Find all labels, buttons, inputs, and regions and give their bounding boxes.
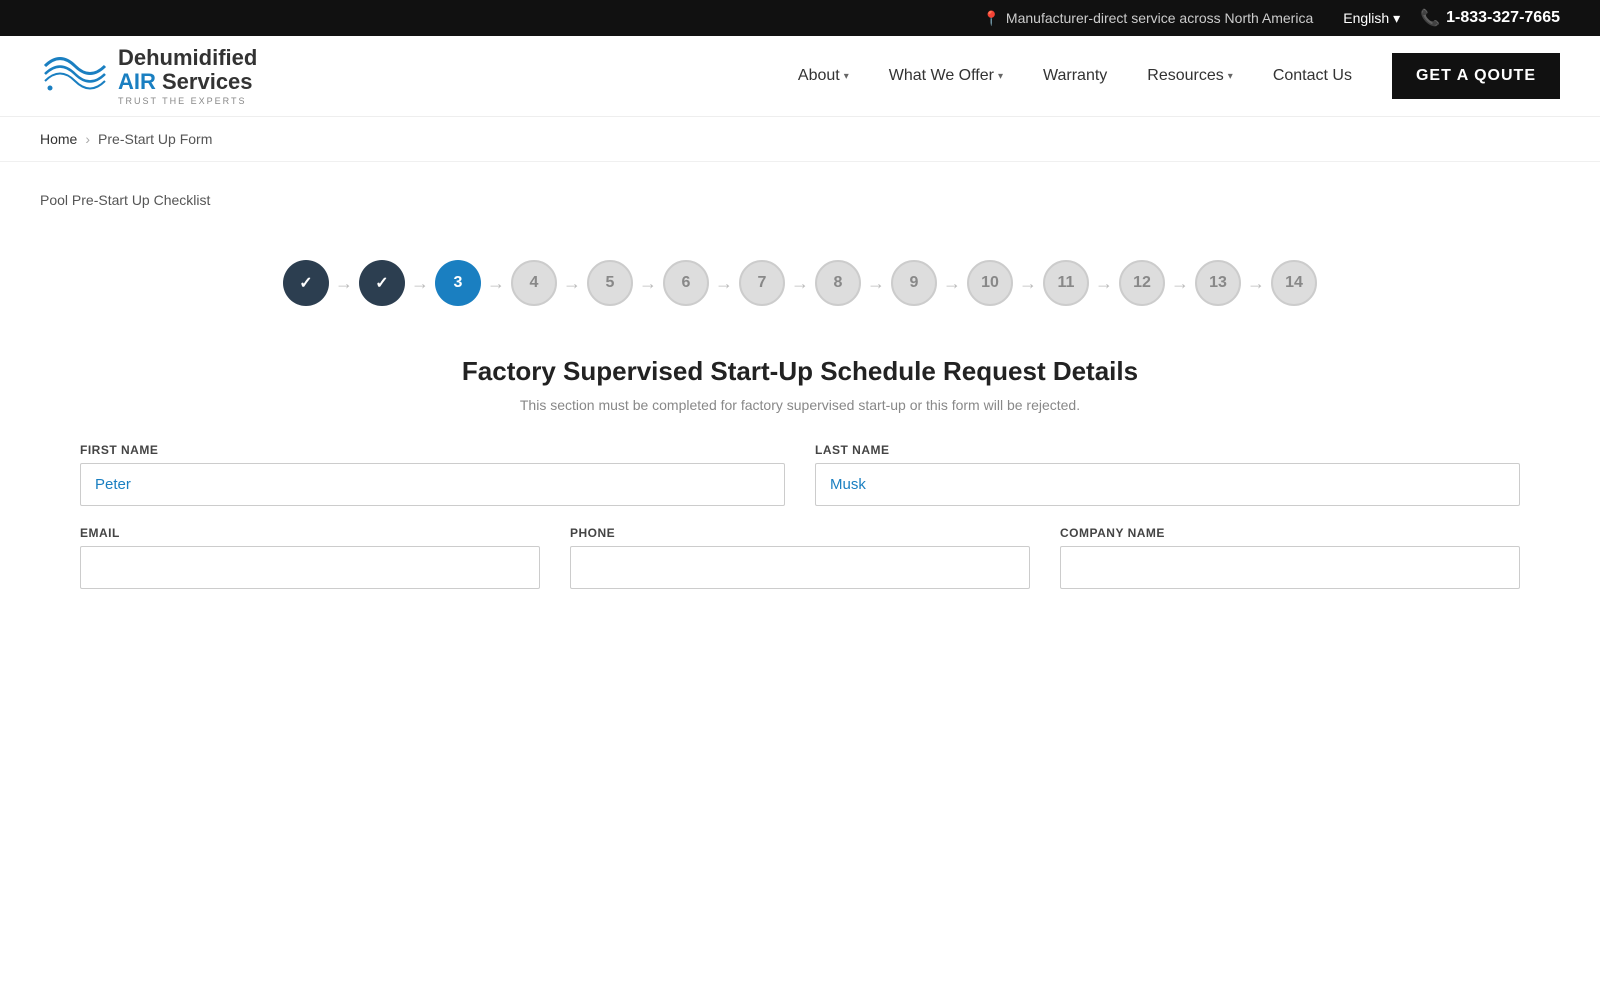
step-10[interactable]: 10: [967, 260, 1013, 306]
first-name-label: FIRST NAME: [80, 443, 785, 457]
breadcrumb-separator: ›: [85, 131, 90, 147]
phone-icon: 📞: [1420, 8, 1440, 28]
step-4[interactable]: 4: [511, 260, 557, 306]
first-name-group: FIRST NAME: [80, 443, 785, 506]
logo[interactable]: Dehumidified AIR Services TRUST THE EXPE…: [40, 46, 257, 106]
logo-tagline: TRUST THE EXPERTS: [118, 96, 257, 106]
form-subtitle: This section must be completed for facto…: [80, 397, 1520, 413]
breadcrumb: Home › Pre-Start Up Form: [0, 117, 1600, 162]
step-9[interactable]: 9: [891, 260, 937, 306]
location-info: 📍 Manufacturer-direct service across Nor…: [982, 10, 1313, 27]
arrow-icon: →: [1095, 273, 1113, 294]
checkmark-icon: [299, 273, 312, 293]
last-name-input[interactable]: [815, 463, 1520, 506]
location-text: Manufacturer-direct service across North…: [1006, 10, 1313, 26]
arrow-icon: →: [487, 273, 505, 294]
chevron-down-icon: ▾: [1228, 71, 1233, 82]
name-row: FIRST NAME LAST NAME: [80, 443, 1520, 506]
step-11[interactable]: 11: [1043, 260, 1089, 306]
location-icon: 📍: [982, 10, 999, 27]
email-input[interactable]: [80, 546, 540, 589]
arrow-icon: →: [639, 273, 657, 294]
logo-services: Services: [156, 69, 253, 94]
site-header: Dehumidified AIR Services TRUST THE EXPE…: [0, 36, 1600, 117]
nav-contact-us[interactable]: Contact Us: [1253, 57, 1372, 95]
arrow-icon: →: [1247, 273, 1265, 294]
form-section: Factory Supervised Start-Up Schedule Req…: [0, 336, 1600, 649]
arrow-icon: →: [1019, 273, 1037, 294]
arrow-icon: →: [867, 273, 885, 294]
stepper: → → 3 → 4 → 5 → 6 → 7 → 8 → 9 → 10 → 11 …: [0, 210, 1600, 336]
step-3[interactable]: 3: [435, 260, 481, 306]
company-group: COMPANY NAME: [1060, 526, 1520, 589]
phone-input[interactable]: [570, 546, 1030, 589]
form-title: Factory Supervised Start-Up Schedule Req…: [80, 356, 1520, 387]
step-2[interactable]: [359, 260, 405, 306]
page-label: Pool Pre-Start Up Checklist: [40, 192, 210, 208]
arrow-icon: →: [411, 273, 429, 294]
step-12[interactable]: 12: [1119, 260, 1165, 306]
arrow-icon: →: [335, 273, 353, 294]
nav-warranty[interactable]: Warranty: [1023, 57, 1127, 95]
step-13[interactable]: 13: [1195, 260, 1241, 306]
logo-text: Dehumidified AIR Services: [118, 46, 257, 94]
get-quote-button[interactable]: GET A QOUTE: [1392, 53, 1560, 99]
page-section: Pool Pre-Start Up Checklist: [0, 162, 1600, 210]
first-name-input[interactable]: [80, 463, 785, 506]
language-selector[interactable]: English ▾: [1343, 10, 1400, 27]
logo-wave-icon: [40, 46, 110, 106]
top-bar-right: English ▾ 📞 1-833-327-7665: [1343, 8, 1560, 28]
arrow-icon: →: [943, 273, 961, 294]
last-name-group: LAST NAME: [815, 443, 1520, 506]
nav-resources[interactable]: Resources ▾: [1127, 57, 1253, 95]
language-label: English: [1343, 10, 1389, 26]
arrow-icon: →: [715, 273, 733, 294]
nav-about[interactable]: About ▾: [778, 57, 869, 95]
chevron-down-icon: ▾: [1393, 10, 1400, 27]
checkmark-icon: [375, 273, 388, 293]
breadcrumb-current: Pre-Start Up Form: [98, 131, 212, 147]
logo-air: AIR: [118, 69, 156, 94]
top-bar: 📍 Manufacturer-direct service across Nor…: [0, 0, 1600, 36]
step-14[interactable]: 14: [1271, 260, 1317, 306]
nav-what-we-offer[interactable]: What We Offer ▾: [869, 57, 1023, 95]
step-6[interactable]: 6: [663, 260, 709, 306]
company-label: COMPANY NAME: [1060, 526, 1520, 540]
email-label: EMAIL: [80, 526, 540, 540]
chevron-down-icon: ▾: [998, 71, 1003, 82]
step-5[interactable]: 5: [587, 260, 633, 306]
breadcrumb-home[interactable]: Home: [40, 131, 77, 147]
company-input[interactable]: [1060, 546, 1520, 589]
chevron-down-icon: ▾: [844, 71, 849, 82]
phone-number[interactable]: 📞 1-833-327-7665: [1420, 8, 1560, 28]
arrow-icon: →: [791, 273, 809, 294]
phone-group: PHONE: [570, 526, 1030, 589]
email-group: EMAIL: [80, 526, 540, 589]
phone-text: 1-833-327-7665: [1446, 9, 1560, 27]
arrow-icon: →: [563, 273, 581, 294]
last-name-label: LAST NAME: [815, 443, 1520, 457]
step-7[interactable]: 7: [739, 260, 785, 306]
arrow-icon: →: [1171, 273, 1189, 294]
step-1[interactable]: [283, 260, 329, 306]
phone-label: PHONE: [570, 526, 1030, 540]
main-nav: About ▾ What We Offer ▾ Warranty Resourc…: [778, 53, 1560, 99]
logo-dehumidified: Dehumidified: [118, 45, 257, 70]
step-8[interactable]: 8: [815, 260, 861, 306]
contact-row: EMAIL PHONE COMPANY NAME: [80, 526, 1520, 589]
